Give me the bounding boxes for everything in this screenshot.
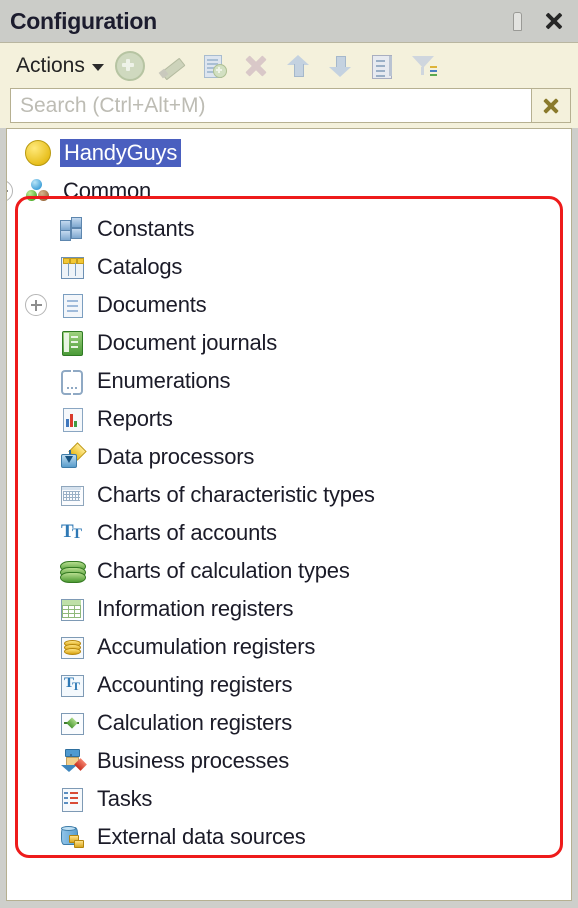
tree-item-label: Accumulation registers: [97, 634, 316, 659]
tree-item-charts-of-calculation-types[interactable]: Charts of calculation types: [7, 552, 571, 590]
properties-button[interactable]: [362, 46, 402, 86]
tree-item-document-journals[interactable]: Document journals: [7, 324, 571, 362]
catalogs-icon: [59, 254, 85, 280]
document-journals-icon: [59, 330, 85, 356]
charts-characteristic-icon: [59, 482, 85, 508]
tree-item-documents[interactable]: Documents: [7, 286, 571, 324]
panel-titlebar: Configuration: [0, 0, 578, 42]
delete-x-icon: [243, 53, 269, 79]
arrow-up-icon: [285, 53, 311, 79]
tree-item-constants[interactable]: Constants: [7, 210, 571, 248]
tasks-icon: [59, 786, 85, 812]
tree-item-external-data-sources[interactable]: External data sources: [7, 818, 571, 856]
charts-accounts-icon: TT: [61, 521, 83, 542]
tree-item-label: Charts of accounts: [97, 520, 277, 545]
tree-item-business-processes[interactable]: Business processes: [7, 742, 571, 780]
tree-item-reports[interactable]: Reports: [7, 400, 571, 438]
panel-toolbar: Actions: [0, 42, 578, 88]
actions-menu-button[interactable]: Actions: [12, 52, 108, 80]
tree-item-label: Enumerations: [97, 368, 231, 393]
tree-item-calculation-registers[interactable]: Calculation registers: [7, 704, 571, 742]
actions-menu-label: Actions: [16, 53, 85, 77]
search-clear-button[interactable]: [532, 88, 571, 123]
tree-item-label: Business processes: [97, 748, 290, 773]
move-down-button[interactable]: [320, 46, 360, 86]
tree-item-common[interactable]: Common: [7, 172, 571, 210]
tree-item-label: External data sources: [97, 824, 306, 849]
enumerations-icon: [59, 368, 85, 395]
copy-button[interactable]: [194, 46, 234, 86]
chevron-down-icon: [91, 63, 104, 71]
arrow-down-icon: [327, 53, 353, 79]
tree-item-label: Tasks: [97, 786, 153, 811]
tree-item-label: Document journals: [97, 330, 278, 355]
tree-item-label: Accounting registers: [97, 672, 293, 697]
pin-icon[interactable]: [508, 10, 526, 32]
charts-calculation-icon: [59, 558, 86, 584]
accounting-registers-icon: TT: [59, 672, 85, 698]
tree-item-accounting-registers[interactable]: T T Accounting registers: [7, 666, 571, 704]
tree-item-label: HandyGuys: [58, 138, 183, 168]
delete-button[interactable]: [236, 46, 276, 86]
constants-icon: [59, 216, 85, 242]
tree-item-data-processors[interactable]: Data processors: [7, 438, 571, 476]
tree-item-label: Constants: [97, 216, 195, 241]
information-registers-icon: [59, 596, 85, 622]
tree-item-label: Data processors: [97, 444, 255, 469]
add-button[interactable]: [110, 46, 150, 86]
tree-item-label: Information registers: [97, 596, 294, 621]
common-spheres-icon: [25, 178, 51, 204]
tree-item-label: Common: [63, 178, 152, 203]
documents-icon: [59, 292, 85, 318]
pencil-icon: [158, 53, 186, 80]
tree-item-enumerations[interactable]: Enumerations: [7, 362, 571, 400]
calculation-registers-icon: [59, 710, 85, 736]
page-title: Configuration: [10, 7, 157, 34]
copy-icon: [201, 53, 227, 79]
search-placeholder: Search (Ctrl+Alt+M): [20, 93, 206, 117]
tree-item-tasks[interactable]: Tasks: [7, 780, 571, 818]
filter-funnel-icon: [411, 53, 437, 79]
tree-item-charts-of-characteristic-types[interactable]: Charts of characteristic types: [7, 476, 571, 514]
tree-item-label: Calculation registers: [97, 710, 293, 735]
business-processes-icon: [59, 748, 87, 774]
external-data-sources-icon: [59, 824, 85, 850]
tree-item-handyguys[interactable]: HandyGuys: [7, 134, 571, 172]
tree-item-label: Catalogs: [97, 254, 183, 279]
search-row: Search (Ctrl+Alt+M): [0, 88, 578, 128]
tree-item-catalogs[interactable]: Catalogs: [7, 248, 571, 286]
tree-item-label: Charts of calculation types: [97, 558, 350, 583]
filter-button[interactable]: [404, 46, 444, 86]
add-icon: [114, 50, 145, 81]
tree-item-charts-of-accounts[interactable]: T T Charts of accounts: [7, 514, 571, 552]
configuration-panel: Configuration Actions Search (Ctrl+Alt+M…: [0, 0, 578, 908]
search-input[interactable]: Search (Ctrl+Alt+M): [10, 88, 532, 123]
reports-icon: [59, 406, 85, 432]
tree-item-accumulation-registers[interactable]: Accumulation registers: [7, 628, 571, 666]
close-x-icon: [542, 97, 560, 115]
expander-plus-icon[interactable]: [25, 294, 47, 316]
accumulation-registers-icon: [59, 634, 85, 660]
configuration-tree[interactable]: HandyGuys Common Constants Catalogs Document…: [6, 128, 572, 901]
edit-button[interactable]: [152, 46, 192, 86]
list-properties-icon: [369, 53, 395, 79]
tree-item-label: Reports: [97, 406, 173, 431]
expander-plus-icon[interactable]: [7, 180, 13, 202]
close-icon[interactable]: [542, 9, 566, 33]
data-processors-icon: [59, 442, 87, 470]
yellow-sphere-icon: [25, 140, 51, 166]
tree-item-label: Documents: [97, 292, 207, 317]
move-up-button[interactable]: [278, 46, 318, 86]
tree-item-label: Charts of characteristic types: [97, 482, 375, 507]
tree-item-information-registers[interactable]: Information registers: [7, 590, 571, 628]
